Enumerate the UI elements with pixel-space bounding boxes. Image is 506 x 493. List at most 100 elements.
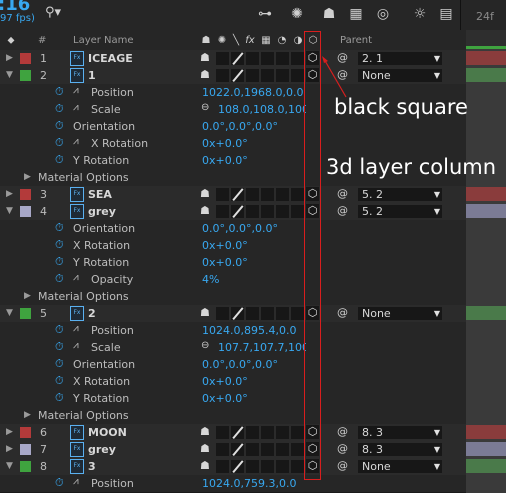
label-color-swatch[interactable] <box>20 189 31 200</box>
collapse-triangle-icon[interactable]: ▼ <box>6 308 13 318</box>
layer-duration-bar[interactable] <box>466 425 506 439</box>
quality-switch[interactable] <box>231 460 244 473</box>
motion-blur-switch[interactable] <box>276 307 289 320</box>
frame-blend-switch[interactable] <box>261 443 274 456</box>
effects-switch-icon[interactable]: fx <box>244 33 256 48</box>
stopwatch-icon[interactable]: ⏱ <box>55 391 64 405</box>
frame-blend-switch[interactable] <box>261 205 274 218</box>
adjustment-layer-switch-icon[interactable]: ◑ <box>292 33 304 48</box>
layer-duration-bar[interactable] <box>466 187 506 201</box>
motion-blur-switch[interactable] <box>276 443 289 456</box>
label-color-swatch[interactable] <box>20 444 31 455</box>
layer-name[interactable]: 3 <box>88 460 96 473</box>
label-color-swatch[interactable] <box>20 53 31 64</box>
composition-flowchart-icon[interactable]: ⊶ <box>255 3 275 25</box>
graph-editor-icon[interactable]: ▤ <box>436 3 456 25</box>
stopwatch-icon[interactable]: ⏱ <box>55 119 64 133</box>
parent-dropdown[interactable]: None ▼ <box>358 307 442 320</box>
pick-whip-icon[interactable]: @ <box>337 204 348 217</box>
quality-switch[interactable] <box>231 52 244 65</box>
graph-icon[interactable]: ⩘ <box>73 340 79 351</box>
group-name[interactable]: Material Options <box>38 290 129 303</box>
timeline-track-area[interactable] <box>466 30 506 493</box>
property-row[interactable]: ⏱ ⩘ Opacity 4% <box>0 271 466 289</box>
stopwatch-icon[interactable]: ⏱ <box>55 323 64 337</box>
collapse-switch[interactable] <box>216 205 229 218</box>
group-row[interactable]: ▶ Material Options <box>0 407 466 425</box>
frame-blend-switch-icon[interactable]: ▦ <box>260 33 272 48</box>
stopwatch-icon[interactable]: ⏱ <box>55 340 64 354</box>
shy-layers-icon[interactable]: ☗ <box>319 3 339 25</box>
expand-triangle-icon[interactable]: ▶ <box>6 427 13 437</box>
property-row[interactable]: ⏱ ⩘ Position 1024.0,895.4,0.0 <box>0 322 466 340</box>
graph-icon[interactable]: ⩘ <box>73 85 79 96</box>
adjustment-switch[interactable] <box>291 188 304 201</box>
property-value[interactable]: 0x+0.0° <box>202 375 248 388</box>
parent-column-header[interactable]: Parent <box>340 35 372 46</box>
stopwatch-icon[interactable]: ⏱ <box>55 221 64 235</box>
layer-row[interactable]: ▼ 4 Fx grey ☗ ⬡ @5. 2 ▼ <box>0 203 466 221</box>
graph-icon[interactable]: ⩘ <box>73 476 79 487</box>
effects-switch[interactable] <box>246 52 259 65</box>
collapse-switch[interactable] <box>216 188 229 201</box>
frame-blend-switch[interactable] <box>261 188 274 201</box>
effects-switch[interactable] <box>246 188 259 201</box>
layer-row[interactable]: ▶ 1 Fx ICEAGE ☗ ⬡ @2. 1 ▼ <box>0 50 466 68</box>
effects-switch[interactable] <box>246 69 259 82</box>
collapse-triangle-icon[interactable]: ▼ <box>6 206 13 216</box>
shy-switch-icon[interactable]: ☗ <box>200 204 210 217</box>
layer-row[interactable]: ▼ 5 Fx 2 ☗ ⬡ @ None ▼ <box>0 305 466 323</box>
motion-blur-switch[interactable] <box>276 188 289 201</box>
constrain-proportions-icon[interactable]: ⊖ <box>201 102 209 113</box>
group-name[interactable]: Material Options <box>38 171 129 184</box>
frame-blend-switch[interactable] <box>261 460 274 473</box>
graph-icon[interactable]: ⩘ <box>73 102 79 113</box>
adjustment-switch[interactable] <box>291 460 304 473</box>
property-value[interactable]: 0x+0.0° <box>202 137 248 150</box>
quality-switch[interactable] <box>231 69 244 82</box>
label-color-swatch[interactable] <box>20 206 31 217</box>
adjustment-switch[interactable] <box>291 443 304 456</box>
group-name[interactable]: Material Options <box>38 409 129 422</box>
pick-whip-icon[interactable]: @ <box>337 459 348 472</box>
quality-switch[interactable] <box>231 188 244 201</box>
layer-name[interactable]: ICEAGE <box>88 52 133 65</box>
draft-3d-icon[interactable]: ✺ <box>287 3 307 25</box>
pick-whip-icon[interactable]: @ <box>337 425 348 438</box>
property-value[interactable]: 0.0°,0.0°,0.0° <box>202 358 278 371</box>
expand-triangle-icon[interactable]: ▶ <box>6 53 13 63</box>
property-row[interactable]: ⏱ X Rotation 0x+0.0° <box>0 237 466 255</box>
layer-name[interactable]: MOON <box>88 426 127 439</box>
parent-dropdown[interactable]: 2. 1 ▼ <box>358 52 442 65</box>
collapse-switch-icon[interactable]: ✺ <box>216 33 228 48</box>
frame-blend-switch[interactable] <box>261 69 274 82</box>
effects-switch[interactable] <box>246 443 259 456</box>
group-row[interactable]: ▶ Material Options <box>0 288 466 306</box>
shy-switch-icon[interactable]: ☗ <box>200 68 210 81</box>
property-row[interactable]: ⏱ ⩘ X Rotation 0x+0.0° <box>0 135 466 153</box>
graph-icon[interactable]: ⩘ <box>73 136 79 147</box>
property-value[interactable]: 4% <box>202 273 219 286</box>
frame-blending-icon[interactable]: ▦ <box>346 3 366 25</box>
expand-triangle-icon[interactable]: ▶ <box>24 410 31 420</box>
layer-duration-bar[interactable] <box>466 306 506 320</box>
layer-name[interactable]: SEA <box>88 188 112 201</box>
label-color-swatch[interactable] <box>20 70 31 81</box>
search-icon[interactable]: ⚲▾ <box>45 5 65 21</box>
parent-dropdown[interactable]: 8. 3 ▼ <box>358 443 442 456</box>
layer-name[interactable]: grey <box>88 443 116 456</box>
layer-duration-bar[interactable] <box>466 204 506 218</box>
stopwatch-icon[interactable]: ⏱ <box>55 272 64 286</box>
motion-blur-switch[interactable] <box>276 205 289 218</box>
layer-name[interactable]: grey <box>88 205 116 218</box>
label-color-swatch[interactable] <box>20 308 31 319</box>
pick-whip-icon[interactable]: @ <box>337 306 348 319</box>
parent-dropdown[interactable]: 5. 2 ▼ <box>358 188 442 201</box>
brainstorm-icon[interactable]: ☼ <box>410 3 430 25</box>
shy-switch-icon[interactable]: ☗ <box>200 51 210 64</box>
property-value[interactable]: 1022.0,1968.0,0.0 <box>202 86 303 99</box>
stopwatch-icon[interactable]: ⏱ <box>55 238 64 252</box>
effects-switch[interactable] <box>246 460 259 473</box>
quality-switch[interactable] <box>231 426 244 439</box>
collapse-switch[interactable] <box>216 69 229 82</box>
